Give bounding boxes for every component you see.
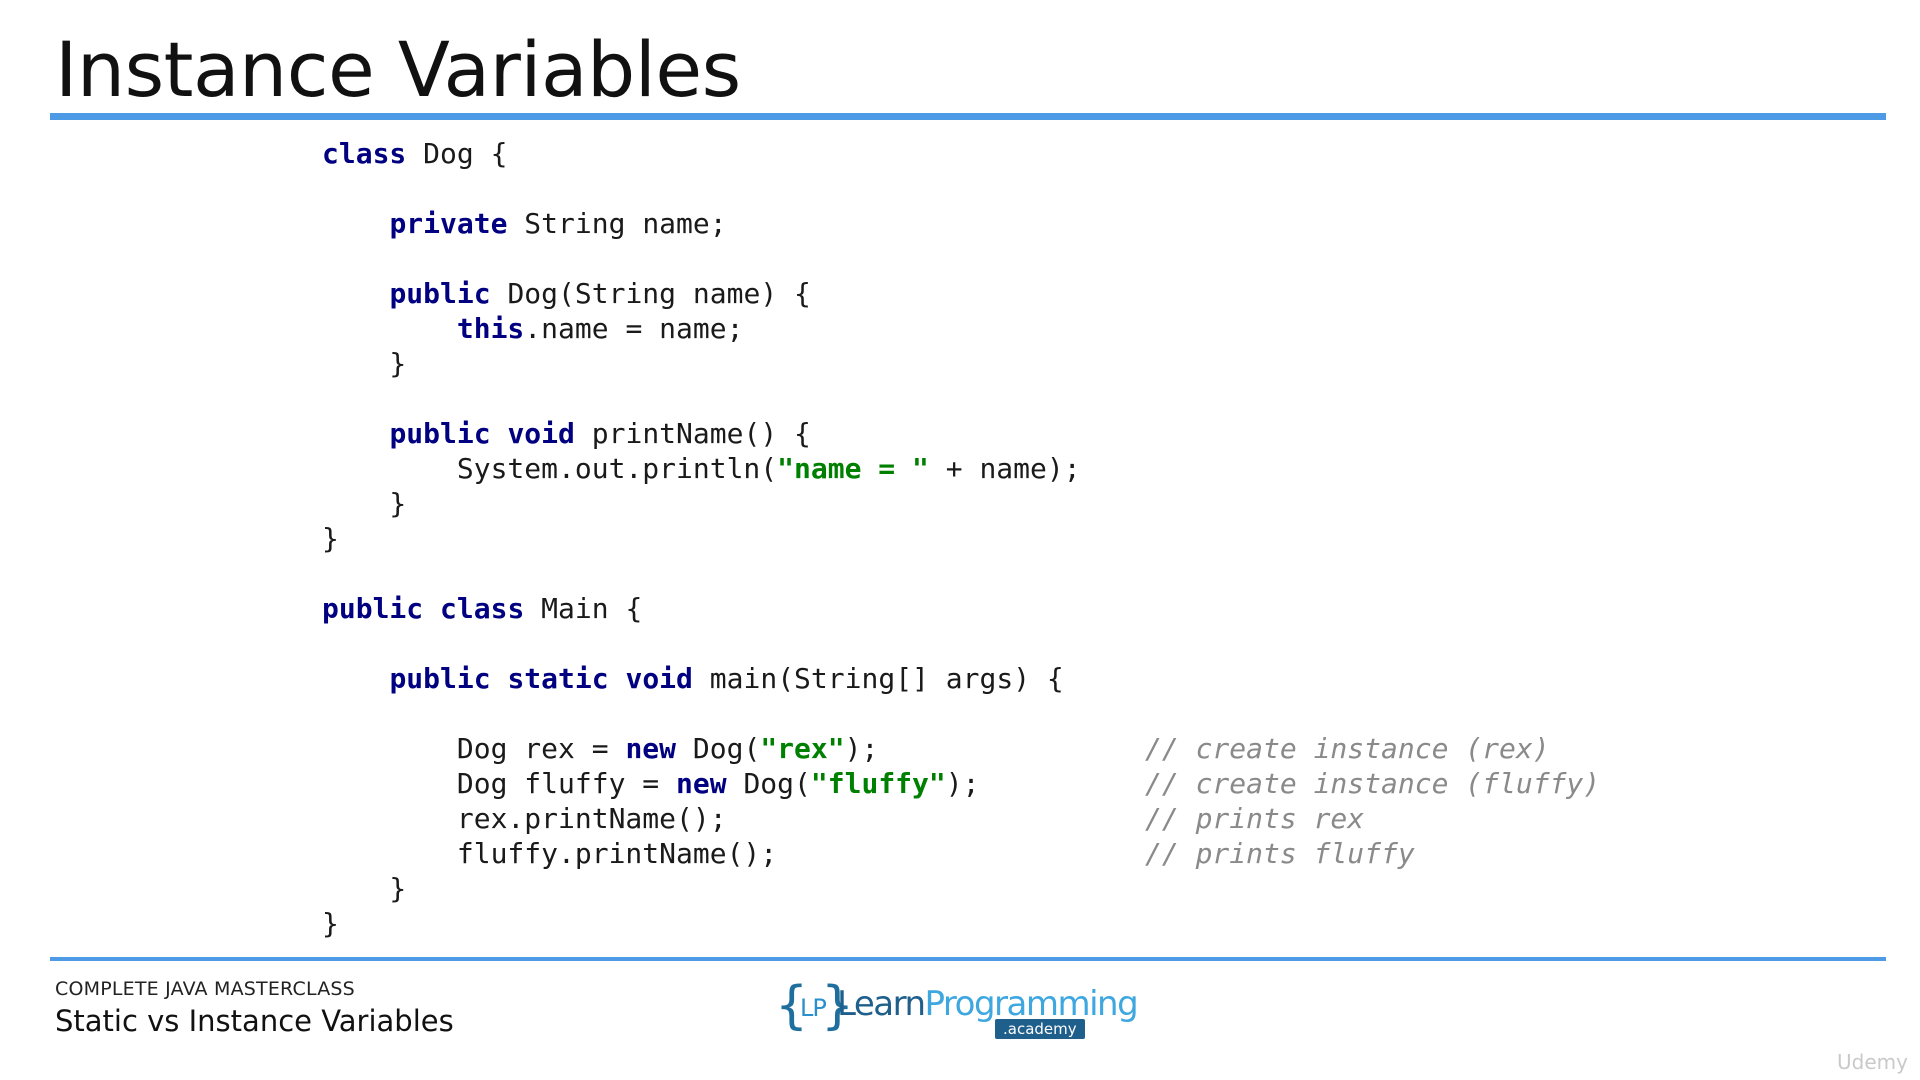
code-text: }: [322, 487, 407, 520]
code-line: private String name;: [322, 206, 1081, 241]
code-keyword: public: [389, 417, 491, 450]
logo-word-learn: Learn: [837, 984, 926, 1024]
code-comment: // create instance (fluffy): [1145, 767, 1601, 800]
code-line: public void printName() {: [322, 416, 1081, 451]
code-line: ​: [322, 696, 1081, 731]
code-text: rex.printName();: [322, 802, 727, 835]
code-text: Dog(String name) {: [490, 277, 811, 310]
code-line: this.name = name;: [322, 311, 1081, 346]
code-comment: // prints fluffy: [1145, 837, 1415, 870]
code-line: ​: [322, 626, 1081, 661]
lecture-title: Static vs Instance Variables: [55, 1004, 454, 1038]
code-keyword: public: [389, 662, 491, 695]
code-keyword: private: [389, 207, 508, 240]
code-string: "rex": [760, 732, 845, 765]
code-text: String name;: [507, 207, 727, 240]
code-text: .name = name;: [524, 312, 744, 345]
learnprogramming-logo: { LP } LearnProgramming .academy: [775, 978, 1139, 1042]
code-text: );: [945, 767, 980, 800]
code-keyword: this: [456, 312, 525, 345]
code-keyword: void: [507, 417, 575, 450]
code-string: "fluffy": [810, 767, 946, 800]
course-name: COMPLETE JAVA MASTERCLASS: [55, 978, 355, 1000]
code-text: main(String[] args) {: [692, 662, 1064, 695]
code-line: rex.printName(); // prints rex: [322, 801, 1364, 836]
code-line: }: [322, 521, 1081, 556]
code-keyword: static: [507, 662, 609, 695]
logo-wordmark: LearnProgramming: [837, 984, 1139, 1024]
logo-word-programming: Programming: [924, 984, 1139, 1024]
code-line: }: [322, 906, 1081, 941]
code-line: System.out.println("name = " + name);: [322, 451, 1081, 486]
code-line: }: [322, 871, 1081, 906]
code-text: }: [322, 872, 407, 905]
code-line: }: [322, 346, 1081, 381]
code-text: Dog(: [676, 732, 761, 765]
code-text: }: [322, 347, 407, 380]
code-comment: // create instance (rex): [1145, 732, 1550, 765]
code-keyword: class: [322, 137, 407, 170]
code-string: "name = ": [777, 452, 929, 485]
code-text: Main {: [524, 592, 643, 625]
code-text: }: [322, 907, 339, 940]
slide-title: Instance Variables: [55, 25, 741, 114]
code-block: class Dog {​ private String name;​ publi…: [322, 136, 1600, 941]
code-line: ​: [322, 171, 1081, 206]
code-line: ​: [322, 241, 1081, 276]
code-line: fluffy.printName(); // prints fluffy: [322, 836, 1415, 871]
code-text: fluffy.printName();: [322, 837, 778, 870]
code-line: Dog fluffy = new Dog("fluffy"); // create…: [322, 766, 1600, 801]
code-text: Dog fluffy =: [322, 767, 677, 800]
code-text: + name);: [928, 452, 1081, 485]
code-keyword: class: [440, 592, 525, 625]
code-comment: // prints rex: [1145, 802, 1365, 835]
code-text: }: [322, 522, 339, 555]
logo-academy-tag: .academy: [995, 1019, 1085, 1039]
code-line: Dog rex = new Dog("rex"); // create insta…: [322, 731, 1550, 766]
code-line: class Dog {: [322, 136, 1081, 171]
code-line: public static void main(String[] args) {: [322, 661, 1081, 696]
code-text: Dog rex =: [322, 732, 626, 765]
code-text: Dog(: [726, 767, 811, 800]
code-line: ​: [322, 556, 1081, 591]
code-line: ​: [322, 381, 1081, 416]
code-keyword: public: [389, 277, 491, 310]
code-text: Dog {: [406, 137, 508, 170]
udemy-watermark: Udemy: [1837, 1050, 1908, 1074]
footer-divider: [50, 957, 1886, 961]
code-text: printName() {: [574, 417, 811, 450]
code-keyword: new: [676, 767, 727, 800]
code-line: public Dog(String name) {: [322, 276, 1081, 311]
code-line: }: [322, 486, 1081, 521]
title-underline: [50, 113, 1886, 120]
code-line: public class Main {: [322, 591, 1081, 626]
code-keyword: void: [625, 662, 693, 695]
code-keyword: public: [322, 592, 424, 625]
code-keyword: new: [625, 732, 677, 765]
code-text: System.out.println(: [322, 452, 778, 485]
code-text: );: [844, 732, 879, 765]
